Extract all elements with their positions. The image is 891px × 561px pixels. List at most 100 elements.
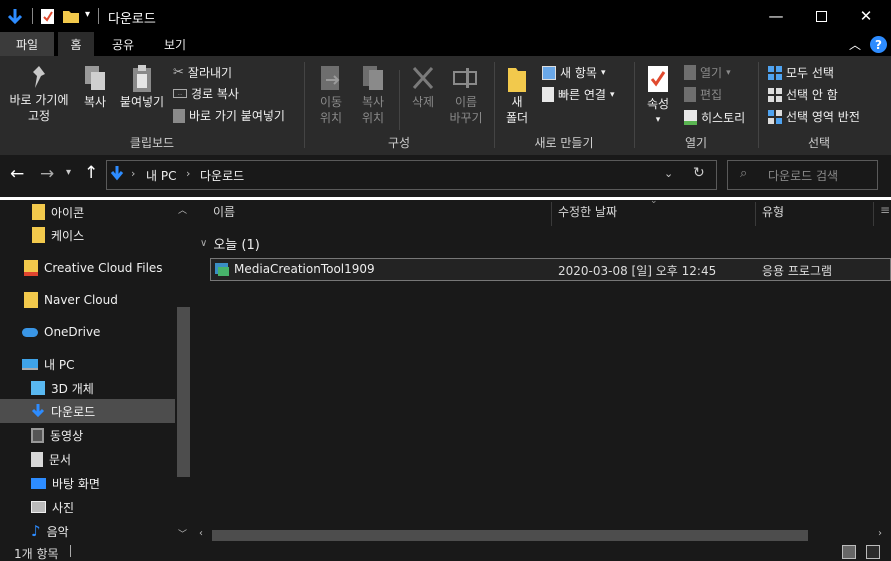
nav-item-videos[interactable]: 동영상 bbox=[31, 423, 83, 447]
back-arrow-icon[interactable]: ← bbox=[10, 164, 24, 184]
delete-button[interactable]: 삭제 bbox=[404, 64, 442, 110]
select-none-button[interactable]: 선택 안 함 bbox=[768, 86, 838, 103]
column-separator[interactable] bbox=[551, 202, 552, 226]
scroll-left-icon[interactable]: ‹ bbox=[199, 528, 203, 539]
paste-shortcut-button[interactable]: 바로 가기 붙여넣기 bbox=[173, 107, 285, 124]
qat-dropdown-icon[interactable]: ▾ bbox=[85, 9, 90, 20]
organize-separator bbox=[399, 70, 400, 130]
breadcrumb-chevron[interactable]: › bbox=[131, 167, 135, 180]
properties-button[interactable]: 속성 ▾ bbox=[640, 64, 676, 128]
select-all-button[interactable]: 모두 선택 bbox=[768, 64, 834, 81]
tab-share[interactable]: 공유 bbox=[103, 32, 143, 56]
group-header-today[interactable]: ∨ 오늘 (1) bbox=[200, 234, 260, 253]
nav-item-onedrive[interactable]: OneDrive bbox=[22, 320, 100, 344]
app-icon bbox=[215, 263, 229, 276]
nav-item-documents[interactable]: 문서 bbox=[31, 447, 71, 471]
search-icon: ⌕ bbox=[740, 166, 748, 181]
select-group-label: 선택 bbox=[807, 136, 831, 150]
cut-button[interactable]: ✂ 잘라내기 bbox=[173, 64, 232, 81]
pin-quick-access-button[interactable]: 바로 가기에 고정 bbox=[4, 64, 74, 124]
horizontal-scrollbar-thumb[interactable] bbox=[212, 530, 808, 541]
nav-item-this-pc[interactable]: 내 PC bbox=[22, 352, 74, 376]
breadcrumb-chevron[interactable]: › bbox=[186, 167, 190, 180]
collapse-ribbon-icon[interactable]: ︿ bbox=[849, 36, 861, 53]
status-bar bbox=[0, 543, 891, 561]
file-name[interactable]: MediaCreationTool1909 bbox=[234, 262, 375, 276]
nav-item-downloads[interactable]: 다운로드 bbox=[31, 399, 95, 423]
recent-locations-icon[interactable]: ▾ bbox=[66, 167, 71, 178]
nav-item-desktop[interactable]: 바탕 화면 bbox=[31, 471, 100, 495]
nav-label: Creative Cloud Files bbox=[44, 261, 163, 275]
nav-item-pictures[interactable]: 사진 bbox=[31, 495, 74, 519]
paste-button[interactable]: 붙여넣기 bbox=[116, 64, 168, 110]
nav-item-creative-cloud[interactable]: Creative Cloud Files bbox=[24, 256, 163, 280]
properties-dropdown-icon: ▾ bbox=[655, 115, 661, 125]
file-list bbox=[193, 200, 891, 527]
minimize-button[interactable]: — bbox=[753, 0, 799, 32]
edit-button[interactable]: 편집 bbox=[684, 86, 722, 103]
invert-selection-button[interactable]: 선택 영역 반전 bbox=[768, 108, 860, 125]
column-separator[interactable] bbox=[755, 202, 756, 226]
breadcrumb-this-pc[interactable]: 내 PC bbox=[146, 167, 176, 184]
search-placeholder[interactable]: 다운로드 검색 bbox=[768, 167, 838, 184]
open-button[interactable]: 열기 ▾ bbox=[684, 64, 731, 81]
scroll-down-icon[interactable]: ﹀ bbox=[178, 527, 187, 540]
new-item-label: 새 항목 bbox=[560, 66, 597, 80]
copy-to-button[interactable]: 복사 위치 bbox=[354, 64, 392, 126]
nav-label: 아이콘 bbox=[51, 205, 85, 220]
forward-arrow-icon[interactable]: → bbox=[40, 164, 54, 184]
group-header-label: 오늘 (1) bbox=[213, 238, 260, 253]
tab-view[interactable]: 보기 bbox=[155, 32, 195, 56]
large-icons-view-icon[interactable] bbox=[866, 545, 880, 559]
file-type: 응용 프로그램 bbox=[762, 264, 833, 278]
more-columns-icon[interactable]: ≡ bbox=[880, 203, 890, 217]
address-history-dropdown-icon[interactable]: ⌄ bbox=[664, 167, 673, 180]
new-item-button[interactable]: 새 항목 ▾ bbox=[542, 64, 605, 81]
nav-item-icons[interactable]: 아이콘 bbox=[32, 200, 84, 224]
details-view-icon[interactable] bbox=[842, 545, 856, 559]
nav-item-naver-cloud[interactable]: Naver Cloud bbox=[24, 288, 118, 312]
nav-item-music[interactable]: ♪ 음악 bbox=[31, 519, 69, 543]
maximize-button[interactable] bbox=[798, 0, 844, 32]
select-none-label: 선택 안 함 bbox=[786, 88, 838, 102]
copy-path-button[interactable]: .. 경로 복사 bbox=[173, 85, 239, 102]
scroll-right-icon[interactable]: › bbox=[878, 528, 882, 539]
column-separator[interactable] bbox=[873, 202, 874, 226]
nav-item-3d-objects[interactable]: 3D 개체 bbox=[31, 376, 94, 400]
rename-button[interactable]: 이름 바꾸기 bbox=[444, 64, 488, 126]
column-header-date[interactable]: 수정한 날짜 bbox=[558, 203, 617, 220]
new-folder-button[interactable]: 새 폴더 bbox=[500, 64, 534, 126]
nav-item-case[interactable]: 케이스 bbox=[32, 223, 84, 247]
up-arrow-icon[interactable]: ↑ bbox=[84, 163, 98, 183]
scissors-icon: ✂ bbox=[173, 65, 184, 80]
paste-label: 붙여넣기 bbox=[119, 95, 165, 109]
download-arrow-icon[interactable] bbox=[6, 8, 24, 26]
column-header-name[interactable]: 이름 bbox=[213, 203, 235, 220]
column-header-type[interactable]: 유형 bbox=[762, 203, 784, 220]
new-item-icon bbox=[542, 65, 556, 80]
nav-label: 바탕 화면 bbox=[52, 476, 100, 491]
address-bar[interactable] bbox=[106, 160, 717, 190]
invert-selection-icon bbox=[768, 109, 782, 124]
new-folder-qat-icon[interactable] bbox=[62, 8, 80, 24]
move-to-button[interactable]: 이동 위치 bbox=[312, 64, 350, 126]
new-folder-label-line2: 폴더 bbox=[505, 111, 529, 125]
close-icon: ✕ bbox=[859, 7, 873, 25]
nav-scrollbar-thumb[interactable] bbox=[177, 307, 190, 477]
close-button[interactable]: ✕ bbox=[843, 0, 889, 32]
help-icon[interactable]: ? bbox=[870, 36, 887, 53]
scroll-up-icon[interactable]: ︿ bbox=[178, 203, 187, 216]
breadcrumb-downloads[interactable]: 다운로드 bbox=[200, 167, 244, 184]
copy-button[interactable]: 복사 bbox=[78, 64, 112, 110]
tab-home[interactable]: 홈 bbox=[58, 32, 94, 56]
tab-file[interactable]: 파일 bbox=[0, 32, 54, 56]
pin-label-line2: 고정 bbox=[27, 109, 51, 123]
minimize-icon: — bbox=[768, 7, 784, 25]
folder-icon bbox=[32, 204, 45, 220]
refresh-icon[interactable]: ↻ bbox=[693, 165, 705, 181]
easy-access-button[interactable]: 빠른 연결 ▾ bbox=[542, 86, 615, 103]
history-button[interactable]: 히스토리 bbox=[684, 109, 745, 126]
copy-path-icon: .. bbox=[173, 89, 187, 98]
properties-check-icon[interactable] bbox=[40, 8, 56, 26]
cut-label: 잘라내기 bbox=[187, 66, 233, 80]
